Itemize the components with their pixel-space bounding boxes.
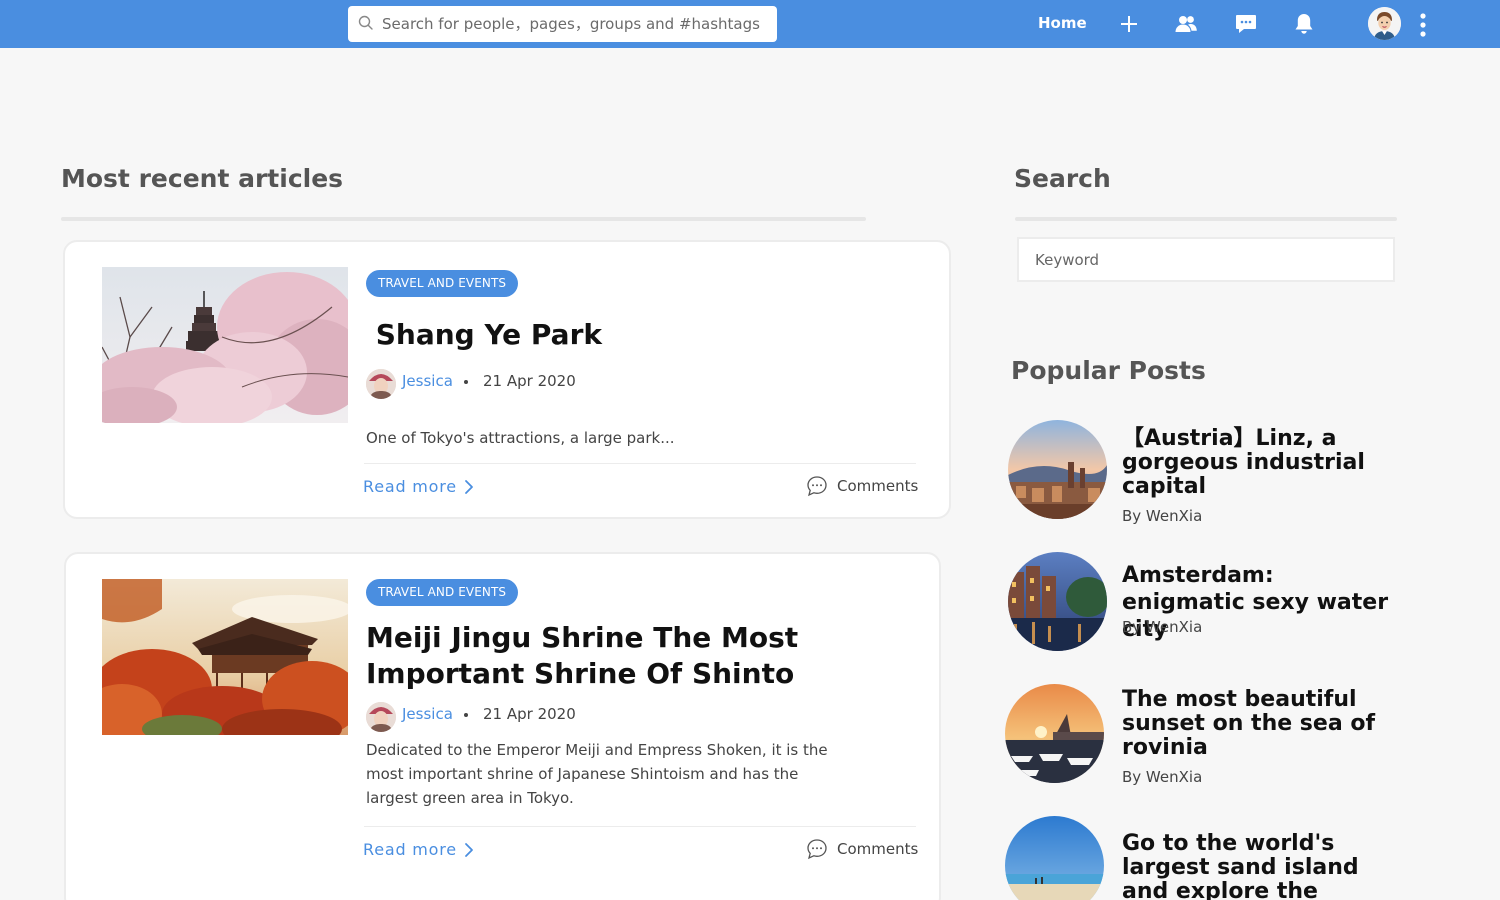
popular-post-thumbnail[interactable] [1008,420,1107,519]
user-avatar[interactable] [1368,7,1401,40]
sidebar-divider [1015,217,1397,221]
rovinj-sunset-image [1005,684,1104,783]
section-title-recent: Most recent articles [61,164,344,193]
author-link[interactable]: Jessica [402,705,453,723]
article-title[interactable]: Meiji Jingu Shrine The Most Important Sh… [366,620,826,692]
author-avatar[interactable] [366,702,396,732]
amsterdam-canal-image [1008,552,1107,651]
friends-icon[interactable] [1174,12,1198,36]
card-divider [364,826,916,827]
comment-icon[interactable] [806,838,828,860]
global-search-input[interactable] [382,6,772,42]
author-avatar[interactable] [366,369,396,399]
search-icon [358,15,373,30]
linz-city-image [1008,420,1107,519]
comments-link[interactable]: Comments [837,477,918,495]
popular-post-byline: By WenXia [1122,618,1203,636]
popular-post-thumbnail[interactable] [1005,684,1104,783]
article-date: 21 Apr 2020 [483,705,576,723]
popular-post-title[interactable]: The most beautiful sunset on the sea of … [1122,688,1392,760]
section-divider [61,217,866,221]
popular-posts-title: Popular Posts [1011,356,1206,385]
meta-separator [464,380,468,384]
comment-icon[interactable] [806,475,828,497]
comments-link[interactable]: Comments [837,840,918,858]
article-excerpt: One of Tokyo's attractions, a large park… [366,429,675,447]
plus-icon[interactable] [1117,12,1141,36]
author-avatar-image [366,369,396,399]
popular-post-thumbnail[interactable] [1008,552,1107,651]
bell-icon[interactable] [1292,12,1316,36]
article-date: 21 Apr 2020 [483,372,576,390]
category-badge[interactable]: TRAVEL AND EVENTS [366,270,519,297]
popular-post-title[interactable]: Go to the world's largest sand island an… [1122,832,1392,900]
chevron-right-icon[interactable] [464,479,474,495]
popular-post-byline: By WenXia [1122,507,1203,525]
category-badge[interactable]: TRAVEL AND EVENTS [366,579,519,606]
author-avatar-image [366,702,396,732]
read-more-link[interactable]: Read more [363,840,457,859]
meta-separator [464,713,468,717]
article-excerpt: Dedicated to the Emperor Meiji and Empre… [366,741,828,807]
sidebar-search-title: Search [1014,164,1111,193]
user-avatar-illustration [1368,7,1401,40]
shrine-autumn-image [102,579,348,735]
card-divider [364,463,916,464]
read-more-link[interactable]: Read more [363,477,457,496]
pagoda-cherry-image [102,267,348,423]
article-thumbnail[interactable] [102,267,348,423]
keyword-search[interactable] [1017,237,1395,282]
more-vertical-icon[interactable] [1414,12,1432,38]
author-link[interactable]: Jessica [402,372,453,390]
popular-post-title[interactable]: 【Austria】Linz, a gorgeous industrial cap… [1122,427,1392,499]
global-search[interactable] [348,6,777,42]
popular-post-thumbnail[interactable] [1005,816,1104,900]
top-navbar: Home [0,0,1500,48]
nav-home-link[interactable]: Home [1038,14,1087,32]
article-title[interactable]: Shang Ye Park [366,317,602,353]
keyword-input[interactable] [1019,239,1393,280]
chat-icon[interactable] [1234,12,1258,36]
sand-island-image [1005,816,1104,900]
popular-post-byline: By WenXia [1122,768,1203,786]
article-thumbnail[interactable] [102,579,348,735]
chevron-right-icon[interactable] [464,842,474,858]
